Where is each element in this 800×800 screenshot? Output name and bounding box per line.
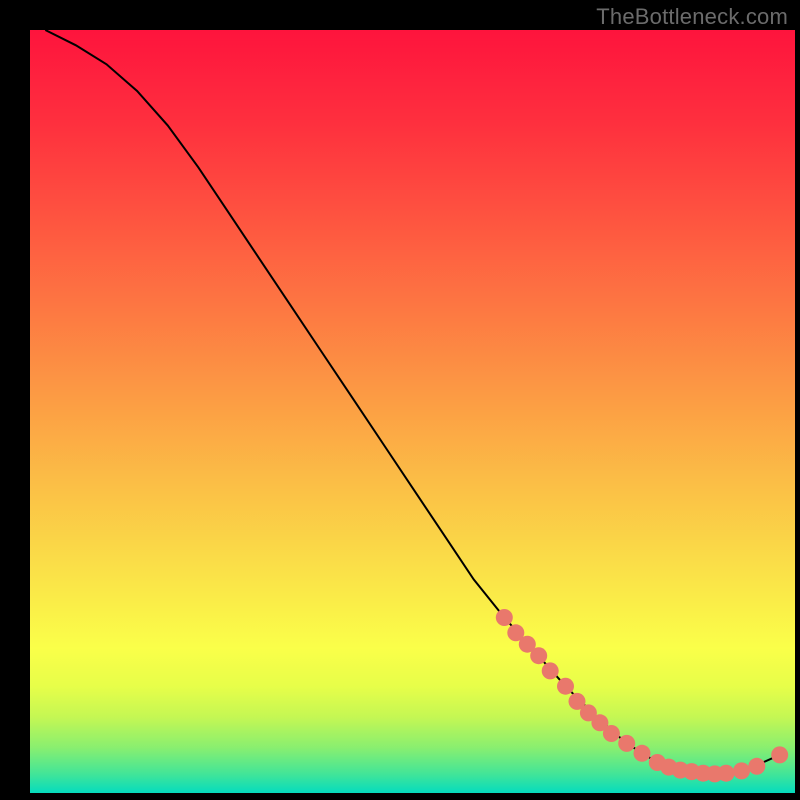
- curve-marker: [718, 765, 735, 782]
- curve-marker: [603, 725, 620, 742]
- curve-marker: [542, 662, 559, 679]
- chart-container: TheBottleneck.com: [0, 0, 800, 800]
- curve-marker: [748, 758, 765, 775]
- curve-marker: [634, 745, 651, 762]
- attribution-text: TheBottleneck.com: [596, 4, 788, 30]
- plot-background: [30, 30, 795, 793]
- curve-marker: [618, 735, 635, 752]
- curve-marker: [733, 762, 750, 779]
- curve-marker: [530, 647, 547, 664]
- curve-marker: [557, 678, 574, 695]
- curve-marker: [496, 609, 513, 626]
- curve-marker: [771, 746, 788, 763]
- bottleneck-chart: [0, 0, 800, 800]
